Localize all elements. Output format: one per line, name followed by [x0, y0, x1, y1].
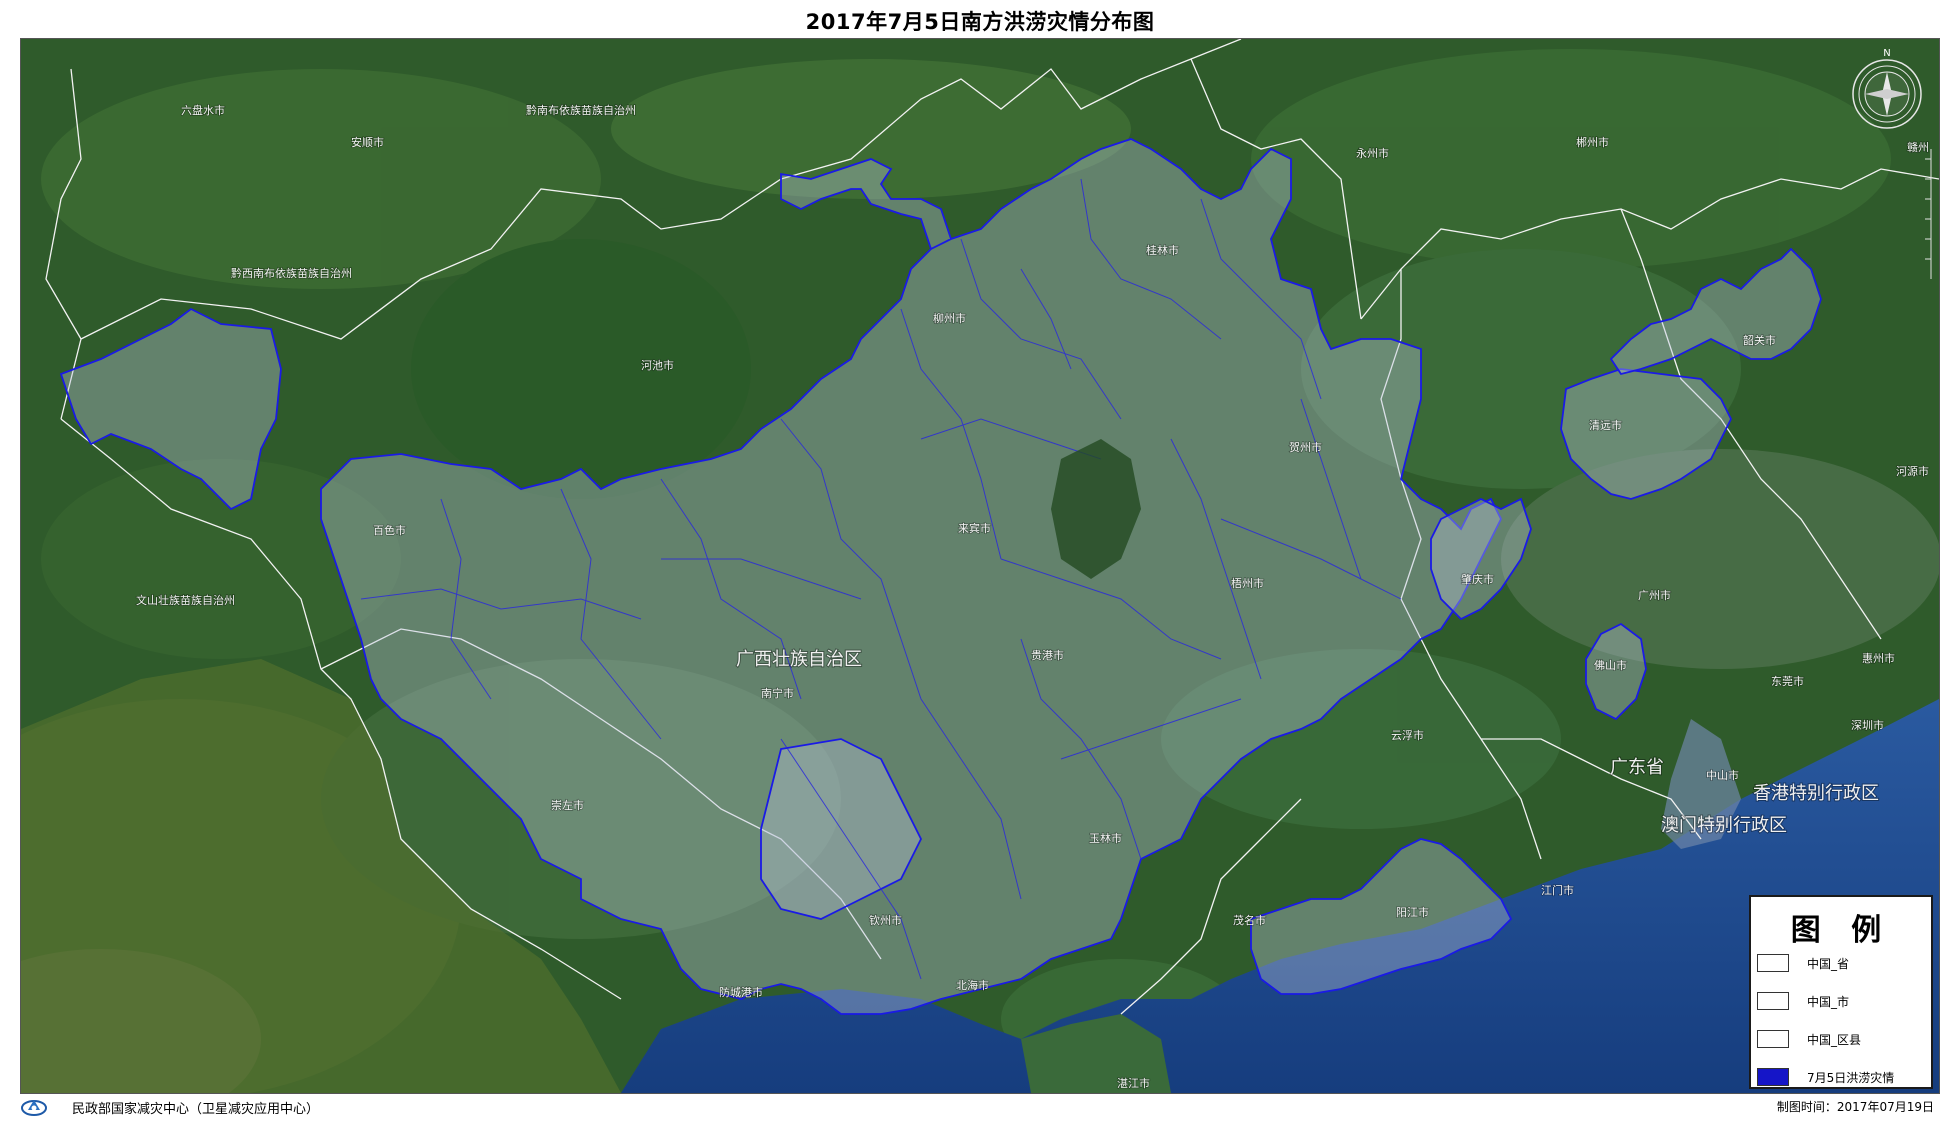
- place-label: 柳州市: [933, 311, 966, 325]
- place-label: 澳门特别行政区: [1661, 815, 1787, 836]
- place-label: 广东省: [1610, 757, 1664, 778]
- legend-swatch: [1757, 992, 1789, 1010]
- place-label: 茂名市: [1233, 913, 1266, 927]
- place-label: 桂林市: [1146, 243, 1179, 257]
- place-label: 湛江市: [1117, 1076, 1150, 1090]
- place-label: 云浮市: [1391, 728, 1424, 742]
- place-label: 阳江市: [1396, 905, 1429, 919]
- place-label: 文山壮族苗族自治州: [136, 593, 235, 607]
- legend-item-county: 中国_区县: [1757, 1028, 1861, 1050]
- place-label: 北海市: [956, 978, 989, 992]
- legend-label: 中国_省: [1807, 956, 1850, 971]
- legend: 图 例 中国_省 中国_市 中国_区县 7月5日洪涝灾情: [1749, 895, 1933, 1089]
- place-label: 南宁市: [761, 686, 794, 700]
- ndrcc-logo-icon: [21, 1100, 47, 1116]
- legend-swatch: [1757, 1068, 1789, 1086]
- legend-label: 中国_区县: [1807, 1032, 1862, 1047]
- compass-label: N: [1883, 48, 1890, 59]
- footer-organization: 民政部国家减灾中心（卫星减灾应用中心）: [20, 1095, 319, 1119]
- place-label: 六盘水市: [181, 103, 225, 117]
- place-label: 江门市: [1541, 883, 1574, 897]
- place-label: 防城港市: [719, 985, 763, 999]
- place-label: 韶关市: [1743, 333, 1776, 347]
- place-label: 贺州市: [1289, 440, 1322, 454]
- organization-name: 民政部国家减灾中心（卫星减灾应用中心）: [72, 1101, 320, 1117]
- place-label: 惠州市: [1862, 651, 1895, 665]
- place-label: 肇庆市: [1461, 572, 1494, 586]
- legend-label: 中国_市: [1807, 994, 1850, 1009]
- place-label: 赣州: [1907, 140, 1929, 154]
- place-label: 广西壮族自治区: [736, 649, 862, 670]
- legend-swatch: [1757, 1030, 1789, 1048]
- legend-label: 7月5日洪涝灾情: [1807, 1070, 1895, 1085]
- place-label: 河源市: [1896, 464, 1929, 478]
- place-label: 贵港市: [1031, 648, 1064, 662]
- place-label: 河池市: [641, 358, 674, 372]
- place-label: 玉林市: [1089, 831, 1122, 845]
- legend-item-flood: 7月5日洪涝灾情: [1757, 1066, 1894, 1088]
- place-label: 广州市: [1638, 588, 1671, 602]
- place-label: 钦州市: [869, 913, 902, 927]
- made-time: 制图时间：2017年07月19日: [1776, 1100, 1934, 1114]
- map-canvas[interactable]: 六盘水市 安顺市 黔南布依族苗族自治州 黔西南布依族苗族自治州 河池市 百色市 …: [20, 38, 1940, 1094]
- legend-swatch: [1757, 954, 1789, 972]
- place-label: 黔南布依族苗族自治州: [526, 103, 636, 117]
- legend-item-province: 中国_省: [1757, 952, 1849, 974]
- place-label: 永州市: [1356, 146, 1389, 160]
- place-label: 深圳市: [1851, 718, 1884, 732]
- place-label: 郴州市: [1576, 135, 1609, 149]
- place-label: 黔西南布依族苗族自治州: [231, 266, 352, 280]
- place-label: 香港特别行政区: [1753, 783, 1879, 804]
- place-label: 佛山市: [1594, 658, 1627, 672]
- satellite-map: 六盘水市 安顺市 黔南布依族苗族自治州 黔西南布依族苗族自治州 河池市 百色市 …: [21, 39, 1939, 1093]
- place-label: 清远市: [1589, 418, 1622, 432]
- legend-title: 图 例: [1790, 913, 1892, 948]
- place-label: 来宾市: [958, 521, 991, 535]
- legend-item-city: 中国_市: [1757, 990, 1849, 1012]
- place-label: 百色市: [373, 523, 406, 537]
- place-label: 梧州市: [1231, 576, 1264, 590]
- place-label: 东莞市: [1771, 674, 1804, 688]
- place-label: 安顺市: [351, 135, 384, 149]
- map-title: 2017年7月5日南方洪涝灾情分布图: [805, 10, 1155, 34]
- place-label: 中山市: [1706, 768, 1739, 782]
- place-label: 崇左市: [551, 798, 584, 812]
